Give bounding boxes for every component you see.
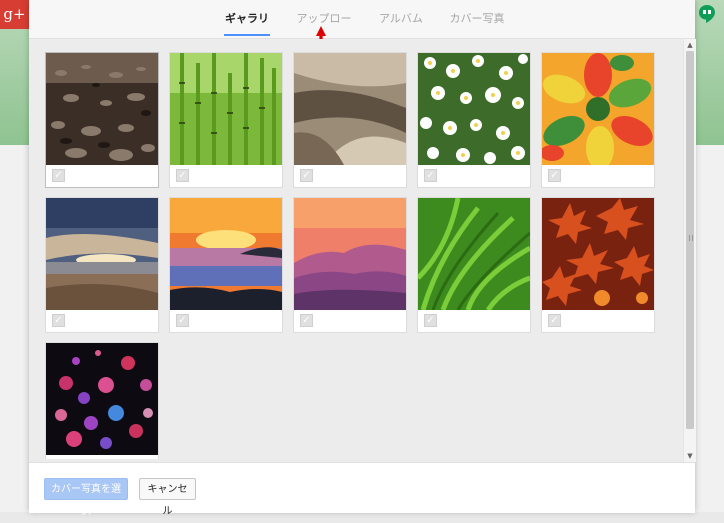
scroll-grip-icon	[689, 235, 693, 241]
check-icon[interactable]: ✓	[300, 314, 313, 327]
check-icon[interactable]: ✓	[176, 169, 189, 182]
scroll-thumb[interactable]	[686, 51, 694, 429]
tab-cover-photos[interactable]: カバー写真	[449, 0, 505, 38]
gplus-logo: g+	[0, 0, 29, 29]
photo-tile[interactable]: ✓	[541, 52, 655, 188]
photo-green-grass	[418, 198, 530, 310]
photo-tile[interactable]: ✓	[293, 197, 407, 333]
scroll-down-arrow-icon[interactable]: ▼	[684, 450, 696, 462]
photo-tile[interactable]: ✓	[45, 197, 159, 333]
photo-horsetail	[170, 53, 282, 165]
photo-gallery: ✓ ✓ ✓ ✓ ✓ ✓ ✓ ✓ ✓ ✓	[29, 39, 681, 459]
photo-daisies	[418, 53, 530, 165]
dialog-footer: カバー写真を選択 キャンセル	[29, 462, 695, 517]
check-icon[interactable]: ✓	[548, 314, 561, 327]
check-icon[interactable]: ✓	[176, 314, 189, 327]
check-icon[interactable]: ✓	[548, 169, 561, 182]
photo-tile[interactable]: ✓	[169, 197, 283, 333]
gallery-scrollbar[interactable]: ▲ ▼	[683, 39, 696, 462]
photo-maple-leaves	[542, 198, 654, 310]
photo-raindrops	[46, 53, 158, 165]
check-icon[interactable]: ✓	[52, 169, 65, 182]
photo-orange-sunset	[170, 198, 282, 310]
tab-bar: ギャラリー アップロード アルバム カバー写真	[29, 0, 695, 63]
cover-photo-dialog: ギャラリー アップロード アルバム カバー写真	[29, 0, 696, 517]
photo-tile[interactable]: ✓	[417, 52, 531, 188]
tab-gallery[interactable]: ギャラリー	[224, 0, 270, 63]
photo-tile[interactable]: ✓	[417, 197, 531, 333]
photo-tile[interactable]: ✓	[45, 342, 159, 459]
photo-sunset-beach	[46, 198, 158, 310]
check-icon[interactable]: ✓	[52, 314, 65, 327]
photo-tile[interactable]: ✓	[45, 52, 159, 188]
tab-albums[interactable]: アルバム	[378, 0, 424, 38]
check-icon[interactable]: ✓	[424, 314, 437, 327]
check-icon[interactable]: ✓	[300, 169, 313, 182]
check-icon[interactable]: ✓	[424, 169, 437, 182]
hangouts-icon	[699, 5, 715, 23]
photo-tile[interactable]: ✓	[169, 52, 283, 188]
select-cover-photo-button[interactable]: カバー写真を選択	[44, 478, 128, 517]
cancel-button[interactable]: キャンセル	[139, 478, 196, 517]
photo-bokeh-lights	[46, 343, 158, 455]
photo-abstract-curves	[294, 53, 406, 165]
photo-tile[interactable]: ✓	[293, 52, 407, 188]
photo-petal-flower	[542, 53, 654, 165]
photo-pink-mountains	[294, 198, 406, 310]
scroll-up-arrow-icon[interactable]: ▲	[684, 39, 696, 51]
photo-tile[interactable]: ✓	[541, 197, 655, 333]
